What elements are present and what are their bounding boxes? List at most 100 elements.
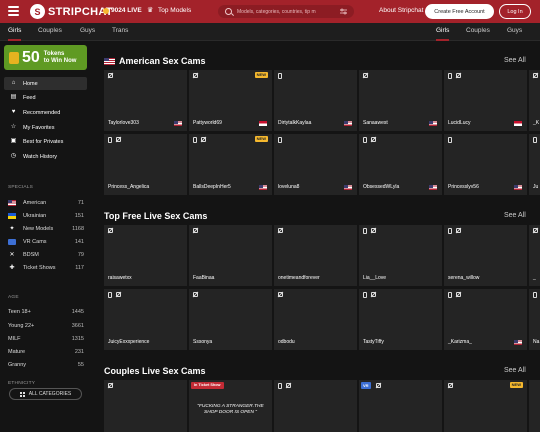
model-card[interactable]: FaaBinaa	[189, 225, 272, 286]
model-card[interactable]: onetimeandforever	[274, 225, 357, 286]
model-card[interactable]: TastyTiffy	[359, 289, 442, 350]
age-mature[interactable]: Mature 231	[8, 346, 84, 357]
lock-icon: ▣	[10, 138, 17, 144]
about-link[interactable]: About Stripchat	[379, 7, 423, 14]
model-card[interactable]: ObsessedWLyla	[359, 134, 442, 195]
model-card[interactable]	[274, 380, 357, 432]
card-status-icons	[193, 137, 210, 143]
token-promo-banner[interactable]: 50 Tokens to Win Now	[4, 45, 87, 70]
special-ticket-shows[interactable]: ✚ Ticket Shows 117	[8, 262, 84, 273]
model-card[interactable]: DirtytalkKaylaa	[274, 70, 357, 131]
login-button[interactable]: Log In	[499, 4, 531, 19]
special-count: 117	[75, 264, 84, 271]
model-card[interactable]: _Karizma_	[444, 289, 527, 350]
sidebar-item-label: Recommended	[23, 109, 61, 116]
sidebar-item-recommended[interactable]: ♥ Recommended	[4, 106, 87, 119]
card-status-icons	[448, 73, 465, 79]
age-granny[interactable]: Granny 55	[8, 359, 84, 370]
card-status-icons	[108, 228, 117, 233]
no-audio-icon	[533, 73, 538, 78]
special-bdsm[interactable]: ✕ BDSM 79	[8, 249, 84, 260]
sidebar-item-home[interactable]: ⌂ Home	[4, 77, 87, 90]
model-card[interactable]: _	[529, 225, 540, 286]
special-count: 151	[74, 212, 84, 219]
model-card[interactable]: VR	[359, 380, 442, 432]
card-status-icons	[363, 292, 380, 298]
model-card[interactable]: _K	[529, 70, 540, 131]
model-card[interactable]: Ju	[529, 134, 540, 195]
age-milf[interactable]: MILF 1315	[8, 333, 84, 344]
model-card[interactable]: NEW BallsDeepInHer5	[189, 134, 272, 195]
tab-couples-right[interactable]: Couples	[466, 27, 490, 34]
model-name: Princesslyv56	[448, 184, 479, 190]
live-count[interactable]: 9024 LIVE	[103, 7, 142, 14]
tab-guys-right[interactable]: Guys	[507, 27, 522, 34]
special-american[interactable]: American 71	[8, 197, 84, 208]
tab-girls[interactable]: Girls	[8, 27, 22, 41]
no-audio-icon	[278, 292, 283, 297]
search-bar[interactable]	[218, 5, 354, 18]
live-count-label: 9024 LIVE	[111, 7, 142, 14]
tab-guys[interactable]: Guys	[80, 27, 95, 34]
category-tabs: Girls Couples Guys Trans Girls Couples G…	[0, 23, 540, 41]
model-name: Ju	[533, 184, 539, 190]
model-card[interactable]: JuicyExxxperience	[104, 289, 187, 350]
tab-couples[interactable]: Couples	[38, 27, 62, 34]
tab-girls-right[interactable]: Girls	[436, 27, 450, 41]
model-card[interactable]: LucidLucy	[444, 70, 527, 131]
model-card[interactable]: Princesslyv56	[444, 134, 527, 195]
sidebar-item-feed[interactable]: ▤ Feed	[4, 91, 87, 104]
model-card[interactable]: odbodu	[274, 289, 357, 350]
model-card[interactable]: loveluna8	[274, 134, 357, 195]
model-card[interactable]: In Ticket Show "FUCKING A STRANGER.THE SHO…	[189, 380, 272, 432]
special-new-models[interactable]: ✦ New Models 1168	[8, 223, 84, 234]
see-all-american[interactable]: See All	[504, 57, 526, 64]
sidebar-item-label: Watch History	[23, 153, 58, 160]
model-card[interactable]: raisawetxx	[104, 225, 187, 286]
no-audio-icon	[201, 137, 206, 142]
special-ukrainian[interactable]: Ukrainian 151	[8, 210, 84, 221]
filter-icon[interactable]	[340, 8, 347, 15]
model-card[interactable]: NEW	[444, 380, 527, 432]
mobile-icon	[533, 137, 537, 143]
model-card[interactable]	[529, 380, 540, 432]
special-count: 1168	[72, 225, 84, 232]
sidebar-item-best-privates[interactable]: ▣ Best for Privates	[4, 135, 87, 148]
no-audio-icon	[108, 228, 113, 233]
model-card[interactable]: Lia__Love	[359, 225, 442, 286]
sidebar-item-favorites[interactable]: ☆ My Favorites	[4, 121, 87, 134]
age-teen[interactable]: Teen 18+ 1445	[8, 306, 84, 317]
special-label: BDSM	[23, 251, 39, 258]
model-card[interactable]: Taylorlove303	[104, 70, 187, 131]
token-coin-icon	[9, 51, 19, 64]
model-card[interactable]: Sssonya	[189, 289, 272, 350]
top-models-link[interactable]: ♛ Top Models	[147, 7, 191, 14]
tab-trans[interactable]: Trans	[112, 27, 128, 34]
ticket-show-badge: In Ticket Show	[191, 382, 224, 389]
mobile-icon	[278, 383, 282, 389]
all-categories-button[interactable]: ALL CATEGORIES	[9, 388, 82, 400]
live-dot-icon	[103, 7, 109, 14]
model-card[interactable]: Princess_Angelica	[104, 134, 187, 195]
menu-icon[interactable]	[8, 6, 19, 16]
age-heading: AGE	[8, 295, 19, 300]
home-icon: ⌂	[11, 80, 16, 86]
model-card[interactable]: Na	[529, 289, 540, 350]
see-all-top-free[interactable]: See All	[504, 212, 526, 219]
model-card[interactable]: Sanaawest	[359, 70, 442, 131]
model-card[interactable]: NEW Pattyworld69	[189, 70, 272, 131]
see-all-couples[interactable]: See All	[504, 367, 526, 374]
age-label: MILF	[8, 335, 21, 342]
section-title-text: Couples Live Sex Cams	[104, 366, 206, 376]
age-young[interactable]: Young 22+ 3661	[8, 320, 84, 331]
model-card[interactable]: serena_willow	[444, 225, 527, 286]
mobile-icon	[363, 137, 367, 143]
special-vr-cams[interactable]: VR Cams 141	[8, 236, 84, 247]
model-card[interactable]	[104, 380, 187, 432]
no-audio-icon	[193, 292, 198, 297]
sidebar-item-history[interactable]: ◷ Watch History	[4, 150, 87, 163]
create-account-button[interactable]: Create Free Account	[425, 4, 494, 19]
search-input[interactable]	[237, 8, 337, 15]
model-name: Sanaawest	[363, 120, 388, 126]
stripchat-logo[interactable]: S STRIPCHAT	[30, 4, 113, 19]
